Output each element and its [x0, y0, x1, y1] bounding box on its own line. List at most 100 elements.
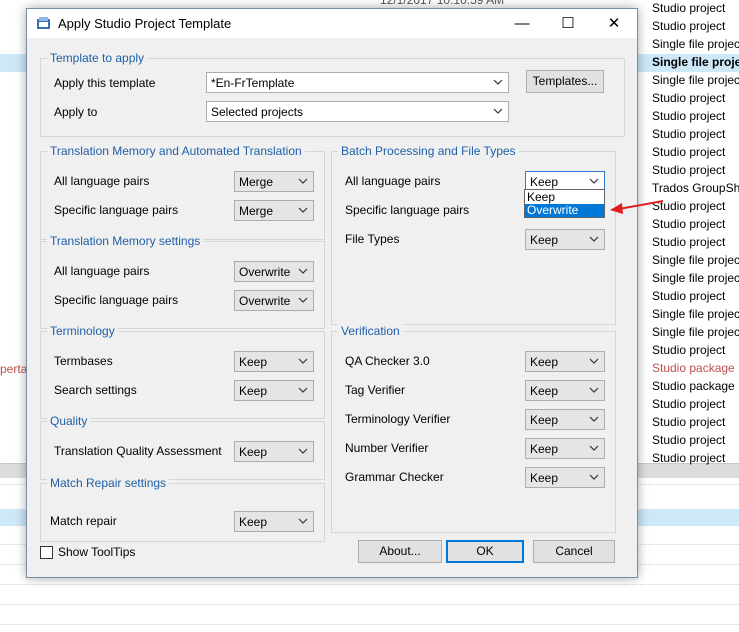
project-type-cell: Studio package [652, 379, 735, 393]
setting-select[interactable]: Merge [234, 171, 314, 192]
about-button[interactable]: About... [358, 540, 442, 563]
setting-label: Specific language pairs [345, 203, 470, 217]
setting-label: Match repair [50, 514, 117, 528]
studio-app-icon [37, 17, 50, 29]
project-type-cell: Single file project [652, 325, 739, 339]
select-value: Keep [530, 175, 559, 189]
setting-label: All language pairs [54, 174, 150, 188]
project-type-cell: Studio project [652, 145, 726, 159]
select-value: Overwrite [239, 294, 291, 308]
setting-select[interactable]: Keep [525, 438, 605, 459]
select-value: Merge [239, 175, 274, 189]
group-title: Translation Memory settings [47, 233, 204, 249]
setting-label: Terminology Verifier [345, 412, 451, 426]
project-type-cell: Single file project [652, 271, 739, 285]
setting-label: Translation Quality Assessment [54, 444, 222, 458]
group-title: Template to apply [47, 50, 148, 66]
apply-template-value: *En-FrTemplate [211, 76, 295, 90]
setting-select[interactable]: Keep [234, 380, 314, 401]
select-value: Overwrite [239, 265, 291, 279]
setting-select[interactable]: Keep [525, 467, 605, 488]
chevron-down-icon [298, 207, 308, 213]
project-type-cell: Studio project [652, 199, 726, 213]
setting-label: All language pairs [345, 174, 441, 188]
apply-to-label: Apply to [54, 105, 98, 119]
ok-button[interactable]: OK [446, 540, 524, 563]
setting-select[interactable]: Keep [525, 229, 605, 250]
select-value: Keep [530, 442, 559, 456]
group-title: Match Repair settings [47, 475, 170, 491]
setting-select[interactable]: Keep [525, 351, 605, 372]
setting-select[interactable]: Merge [234, 200, 314, 221]
select-value: Keep [530, 384, 559, 398]
project-type-cell: Single file project [652, 73, 739, 87]
verification-group: Verification QA Checker 3.0 Keep Tag Verifi… [331, 323, 616, 533]
chevron-down-icon [589, 474, 599, 480]
group-title: Translation Memory and Automated Transla… [47, 143, 305, 159]
group-title: Batch Processing and File Types [338, 143, 519, 159]
project-type-cell: Studio project [652, 235, 726, 249]
tm-at-group: Translation Memory and Automated Transla… [40, 143, 325, 240]
setting-select[interactable]: Keep [525, 380, 605, 401]
batch-dropdown-list[interactable]: Keep Overwrite [524, 189, 605, 218]
dialog-titlebar[interactable]: Apply Studio Project Template — ☐ ✕ [27, 9, 637, 38]
chevron-down-icon [589, 178, 599, 184]
setting-select[interactable]: Keep [234, 441, 314, 462]
project-type-cell: Single file project [652, 253, 739, 267]
project-type-cell: Studio project [652, 415, 726, 429]
cancel-button[interactable]: Cancel [533, 540, 615, 563]
chevron-down-icon [589, 358, 599, 364]
chevron-down-icon [298, 178, 308, 184]
project-type-cell: Studio project [652, 451, 726, 465]
setting-select[interactable]: Keep [234, 511, 314, 532]
project-type-cell: Studio project [652, 1, 726, 15]
grid-line [0, 584, 739, 585]
select-value: Keep [239, 515, 268, 529]
select-value: Keep [530, 471, 559, 485]
maximize-button[interactable]: ☐ [545, 9, 591, 38]
setting-label: All language pairs [54, 264, 150, 278]
project-type-cell: Studio project [652, 217, 726, 231]
project-type-cell: Studio project [652, 289, 726, 303]
setting-label: Specific language pairs [54, 203, 179, 217]
setting-label: File Types [345, 232, 400, 246]
match-repair-group: Match Repair settings Match repair Keep [40, 475, 325, 542]
apply-template-label: Apply this template [54, 76, 156, 90]
setting-select[interactable]: Overwrite [234, 290, 314, 311]
project-type-cell: Studio project [652, 91, 726, 105]
project-type-cell: Single file project [652, 55, 739, 69]
project-type-cell: Single file project [652, 307, 739, 321]
select-value: Keep [530, 355, 559, 369]
dropdown-option-overwrite[interactable]: Overwrite [525, 204, 604, 217]
setting-select[interactable]: Overwrite [234, 261, 314, 282]
project-type-cell: Studio project [652, 433, 726, 447]
show-tooltips-checkbox[interactable] [40, 546, 53, 559]
grid-line [0, 624, 739, 625]
show-tooltips-label[interactable]: Show ToolTips [58, 544, 135, 560]
setting-label: Tag Verifier [345, 383, 406, 397]
project-type-cell: Studio project [652, 343, 726, 357]
close-button[interactable]: ✕ [591, 9, 637, 38]
templates-button[interactable]: Templates... [526, 70, 604, 93]
setting-label: Grammar Checker [345, 470, 444, 484]
chevron-down-icon [493, 79, 503, 85]
batch-group: Batch Processing and File Types All langu… [331, 143, 616, 325]
chevron-down-icon [298, 268, 308, 274]
select-value: Keep [239, 445, 268, 459]
setting-label: Specific language pairs [54, 293, 179, 307]
project-type-cell: Studio project [652, 397, 726, 411]
chevron-down-icon [493, 108, 503, 114]
setting-label: Termbases [54, 354, 113, 368]
minimize-button[interactable]: — [499, 9, 545, 38]
setting-label: Number Verifier [345, 441, 429, 455]
apply-to-select[interactable]: Selected projects [206, 101, 509, 122]
setting-label: QA Checker 3.0 [345, 354, 430, 368]
apply-template-select[interactable]: *En-FrTemplate [206, 72, 509, 93]
terminology-group: Terminology Termbases Keep Search settings K… [40, 323, 325, 419]
setting-select[interactable]: Keep [525, 409, 605, 430]
project-type-cell: Trados GroupShare [652, 181, 739, 195]
setting-select[interactable]: Keep [234, 351, 314, 372]
setting-label: Search settings [54, 383, 137, 397]
apply-to-value: Selected projects [211, 105, 304, 119]
project-type-cell: Studio project [652, 19, 726, 33]
